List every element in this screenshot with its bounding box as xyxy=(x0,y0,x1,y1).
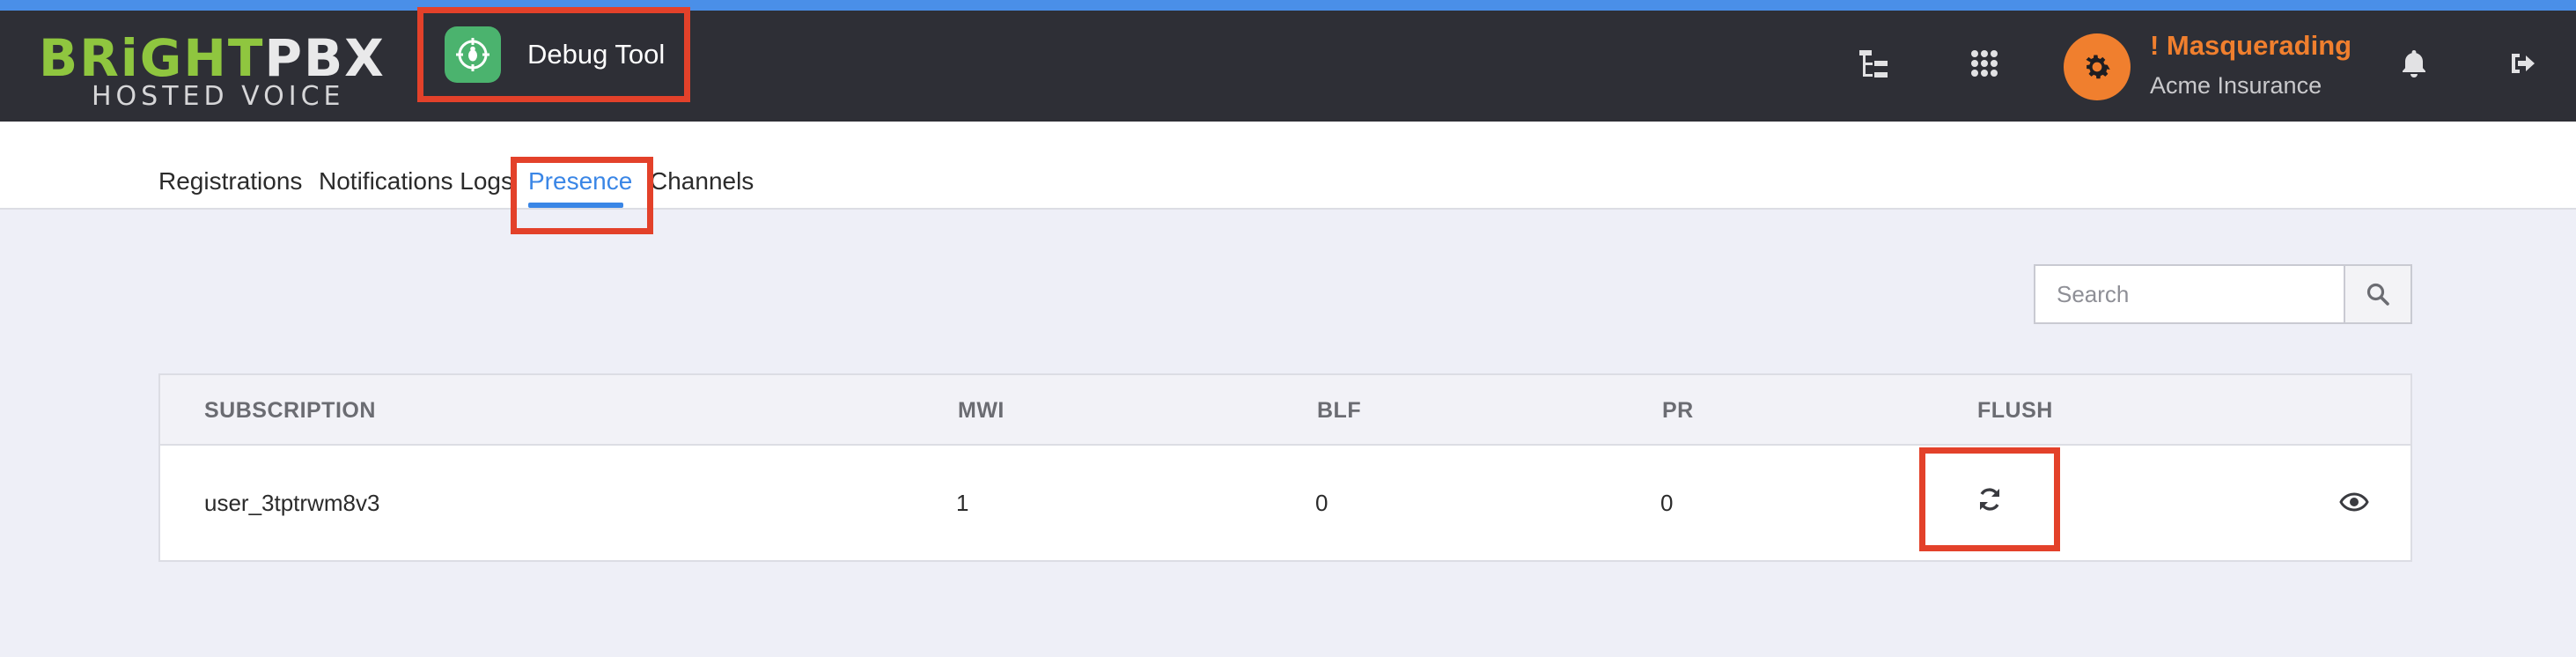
cell-mwi: 1 xyxy=(956,490,969,516)
search-box xyxy=(2034,264,2412,324)
bell-icon[interactable] xyxy=(2396,46,2432,81)
apps-grid-icon[interactable] xyxy=(1967,46,2002,81)
search-button[interactable] xyxy=(2344,266,2410,322)
view-details-button[interactable] xyxy=(2337,488,2372,516)
search-input[interactable] xyxy=(2035,266,2344,322)
tree-hierarchy-icon[interactable] xyxy=(1856,46,1891,81)
cell-pr: 0 xyxy=(1660,490,1674,516)
flush-button[interactable] xyxy=(1919,447,2060,551)
tab-channels[interactable]: Channels xyxy=(650,167,754,196)
column-header-mwi: MWI xyxy=(958,398,1005,423)
top-header-bar: BRiGHTPBX HOSTED VOICE xyxy=(0,11,2576,122)
presence-tab-highlight xyxy=(511,157,653,234)
table-header: SUBSCRIPTION MWI BLF PR FLUSH xyxy=(160,375,2410,446)
column-header-pr: PR xyxy=(1662,398,1694,423)
gear-icon xyxy=(2086,55,2110,79)
logo-tagline: HOSTED VOICE xyxy=(92,81,345,112)
refresh-icon xyxy=(1980,488,1999,511)
bug-target-icon xyxy=(445,26,501,83)
sub-navigation xyxy=(0,122,2576,210)
tab-registrations[interactable]: Registrations xyxy=(158,167,302,196)
column-header-flush: FLUSH xyxy=(1977,398,2053,423)
app-title: Debug Tool xyxy=(527,39,666,70)
app-switcher-debug-tool[interactable]: Debug Tool xyxy=(417,7,690,102)
column-header-subscription: SUBSCRIPTION xyxy=(204,398,376,423)
organization-name: Acme Insurance xyxy=(2150,72,2322,99)
tab-notifications-logs[interactable]: Notifications Logs xyxy=(319,167,513,196)
cell-blf: 0 xyxy=(1315,490,1328,516)
sign-out-icon[interactable] xyxy=(2506,46,2541,81)
account-avatar[interactable] xyxy=(2064,33,2131,100)
eye-icon xyxy=(2339,492,2369,512)
logo-wordmark: BRiGHTPBX xyxy=(39,28,386,88)
brightpbx-logo[interactable]: BRiGHTPBX HOSTED VOICE xyxy=(39,30,384,114)
masquerading-label[interactable]: ! Masquerading xyxy=(2150,30,2352,62)
cell-subscription: user_3tptrwm8v3 xyxy=(204,490,380,516)
column-header-blf: BLF xyxy=(1317,398,1362,423)
search-icon xyxy=(2366,283,2389,306)
presence-table: SUBSCRIPTION MWI BLF PR FLUSH user_3tptr… xyxy=(158,373,2412,562)
top-accent-line xyxy=(0,0,2576,11)
